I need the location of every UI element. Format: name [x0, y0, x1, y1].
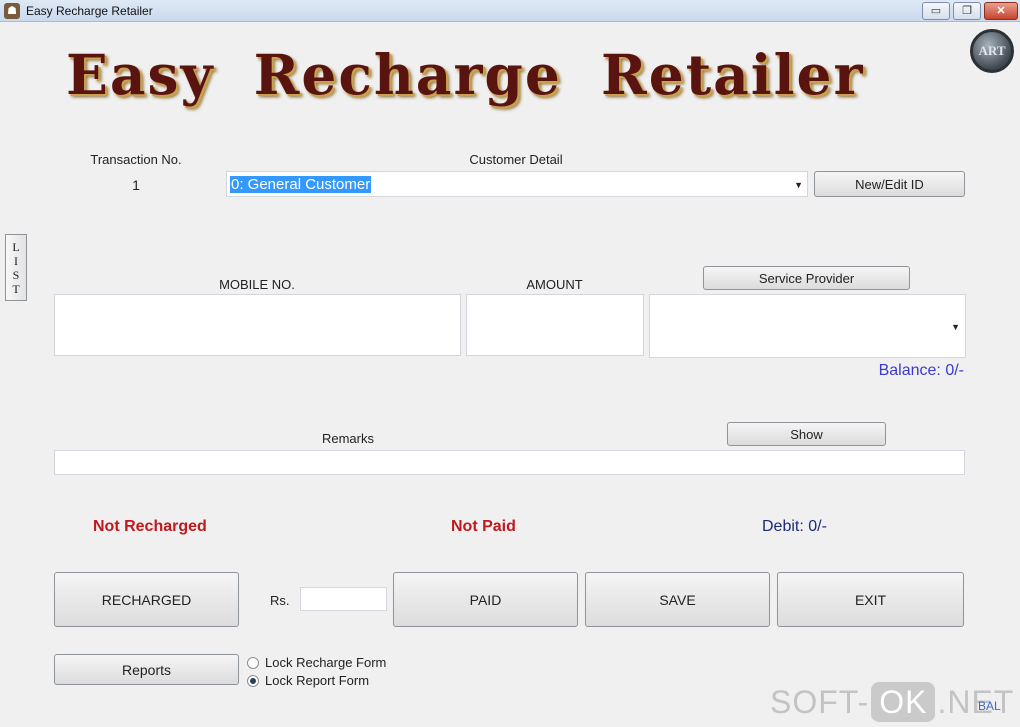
- watermark-right: .NET: [937, 683, 1015, 720]
- amount-label: AMOUNT: [526, 277, 583, 292]
- lock-report-radio[interactable]: Lock Report Form: [247, 673, 369, 688]
- list-side-tab[interactable]: L I S T: [5, 234, 27, 301]
- transaction-number: 1: [132, 177, 140, 193]
- maximize-button[interactable]: ❐: [953, 2, 981, 20]
- mobile-number-input[interactable]: [54, 294, 461, 356]
- radio-off-icon: [247, 656, 259, 669]
- title-bar: ☗ Easy Recharge Retailer ▭ ❐ ✕: [0, 0, 1020, 22]
- save-button[interactable]: SAVE: [585, 572, 770, 627]
- show-button[interactable]: Show: [727, 422, 886, 446]
- app-icon: ☗: [4, 3, 20, 19]
- service-provider-select[interactable]: ▼: [649, 294, 966, 358]
- bal-corner-text: BAL: [978, 699, 1001, 713]
- remarks-label: Remarks: [321, 431, 374, 446]
- mobile-label: MOBILE NO.: [219, 277, 295, 292]
- list-letter: T: [12, 281, 20, 296]
- paid-button[interactable]: PAID: [393, 572, 578, 627]
- customer-detail-label: Customer Detail: [469, 152, 563, 167]
- watermark-ok: OK: [871, 682, 936, 722]
- rs-label: Rs.: [270, 593, 290, 608]
- remarks-input[interactable]: [54, 450, 965, 475]
- customer-select[interactable]: 0: General Customer ▼: [226, 171, 808, 197]
- amount-input[interactable]: [466, 294, 644, 356]
- balance-text: Balance: 0/-: [878, 362, 964, 379]
- list-letter: I: [14, 253, 18, 268]
- radio-on-icon: [247, 674, 259, 687]
- window-title: Easy Recharge Retailer: [26, 4, 153, 18]
- new-edit-id-button[interactable]: New/Edit ID: [814, 171, 965, 197]
- rs-amount-input[interactable]: [300, 587, 387, 611]
- transaction-label: Transaction No.: [90, 152, 182, 167]
- dropdown-arrow-icon: ▼: [794, 180, 803, 190]
- customer-selected-value: 0: General Customer: [230, 175, 372, 193]
- debit-text: Debit: 0/-: [762, 518, 827, 535]
- lock-report-label: Lock Report Form: [265, 673, 370, 688]
- close-button[interactable]: ✕: [984, 2, 1018, 20]
- lock-recharge-label: Lock Recharge Form: [265, 655, 387, 670]
- payment-status: Not Paid: [451, 518, 516, 535]
- watermark-left: SOFT-: [770, 683, 870, 720]
- exit-button[interactable]: EXIT: [777, 572, 964, 627]
- app-heading: Easy Recharge Retailer: [66, 42, 865, 107]
- lock-recharge-radio[interactable]: Lock Recharge Form: [247, 655, 386, 670]
- recharge-status: Not Recharged: [93, 518, 207, 535]
- list-letter: S: [12, 267, 20, 282]
- service-provider-button[interactable]: Service Provider: [703, 266, 910, 290]
- dropdown-arrow-icon: ▼: [951, 322, 960, 332]
- reports-button[interactable]: Reports: [54, 654, 239, 685]
- list-letter: L: [12, 239, 20, 254]
- recharged-button[interactable]: RECHARGED: [54, 572, 239, 627]
- minimize-button[interactable]: ▭: [922, 2, 950, 20]
- art-logo-badge[interactable]: ART: [970, 29, 1014, 73]
